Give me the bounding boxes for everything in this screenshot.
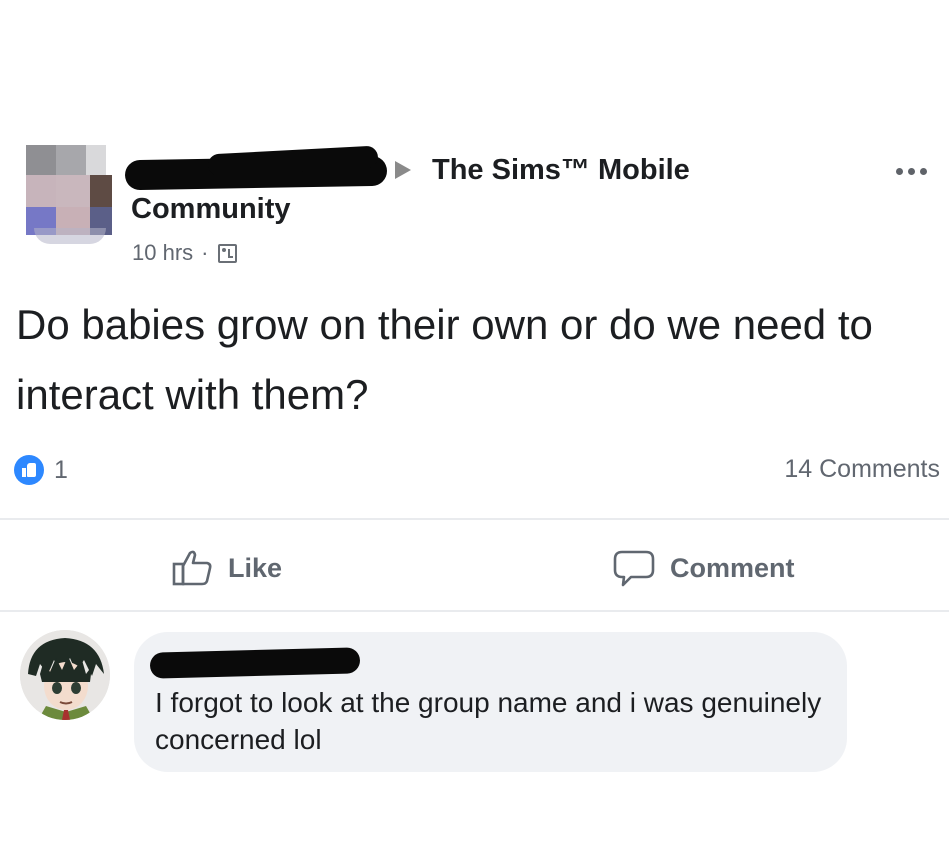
- commenter-avatar[interactable]: [20, 630, 110, 720]
- post-body-text: Do babies grow on their own or do we nee…: [16, 301, 873, 418]
- like-reaction-icon: [14, 455, 44, 485]
- like-label: Like: [228, 552, 283, 583]
- group-name-link-continued[interactable]: Community: [131, 193, 291, 226]
- reaction-count: 1: [54, 455, 68, 484]
- meta-separator: ·: [201, 240, 209, 265]
- anime-character-avatar-icon: [20, 630, 110, 720]
- redacted-commenter-name: [149, 647, 361, 679]
- facebook-post: The Sims™ Mobile Community 10 hrs · Do b…: [0, 0, 949, 850]
- avatar-shadow: [34, 228, 106, 244]
- comment-button[interactable]: Comment: [612, 548, 795, 588]
- public-group-icon: [218, 243, 238, 263]
- group-avatar[interactable]: [26, 145, 112, 239]
- right-arrow-icon: [395, 161, 411, 179]
- thumbs-up-icon: [172, 550, 212, 586]
- divider: [0, 610, 949, 612]
- post-meta: 10 hrs ·: [132, 240, 238, 266]
- comment-text: I forgot to look at the group name and i…: [155, 687, 822, 755]
- group-name-link[interactable]: The Sims™ Mobile: [432, 154, 690, 187]
- reaction-summary[interactable]: 1: [14, 455, 68, 485]
- post-timestamp[interactable]: 10 hrs: [132, 240, 193, 266]
- like-button[interactable]: Like: [170, 548, 282, 588]
- divider: [0, 518, 949, 520]
- more-options-icon[interactable]: [896, 168, 927, 175]
- speech-bubble-icon: [613, 550, 655, 587]
- comments-count-link[interactable]: 14 Comments: [784, 455, 940, 484]
- comment-label: Comment: [670, 552, 795, 583]
